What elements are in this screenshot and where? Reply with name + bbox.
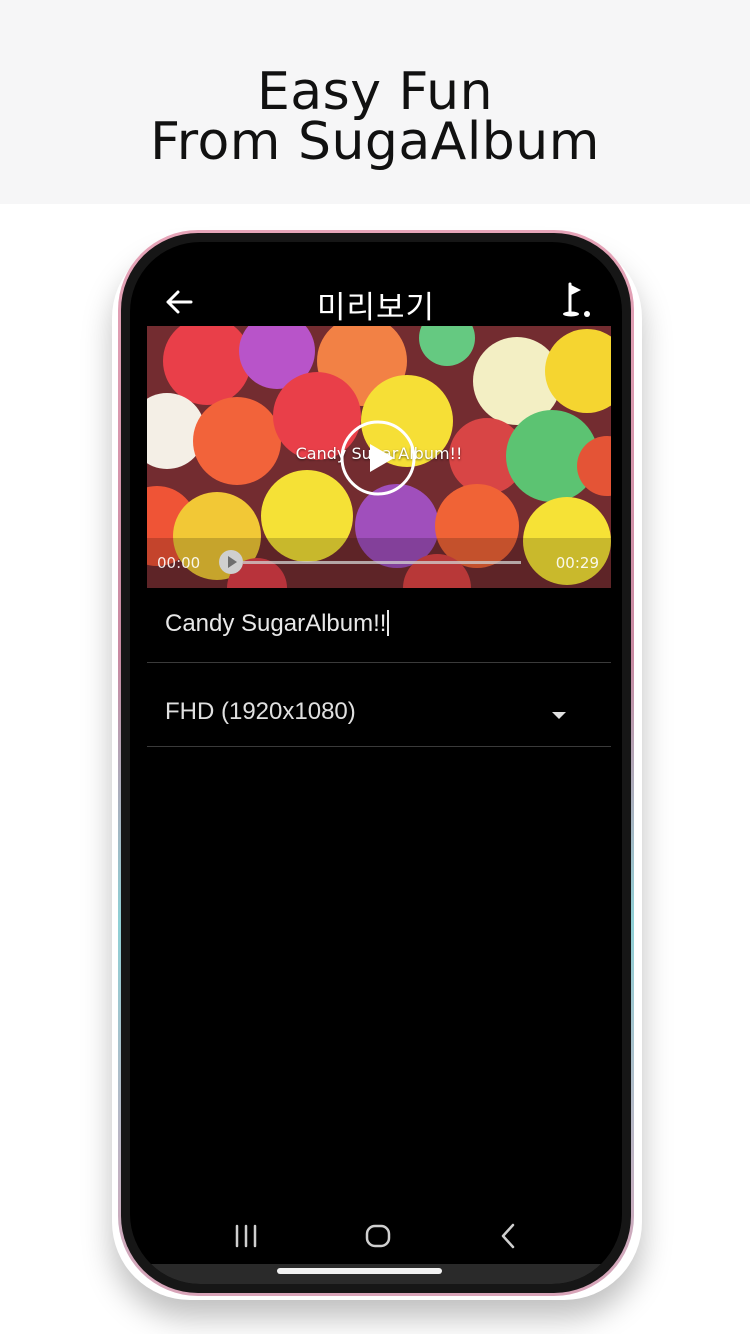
video-preview[interactable]: Candy SugarAlbum!! 00:00 00:29	[147, 326, 611, 588]
golf-flag-button[interactable]	[560, 282, 594, 320]
seek-bar[interactable]	[243, 561, 521, 564]
home-icon	[365, 1224, 391, 1248]
play-button[interactable]	[340, 420, 416, 496]
system-back-button[interactable]	[488, 1216, 528, 1256]
resolution-select[interactable]: FHD (1920x1080)	[147, 684, 611, 747]
current-time: 00:00	[157, 554, 201, 572]
album-title-value: Candy SugarAlbum!!	[165, 610, 390, 638]
total-duration: 00:29	[555, 554, 599, 572]
recent-apps-icon	[235, 1224, 257, 1248]
page-title: 미리보기	[316, 290, 436, 326]
seek-thumb[interactable]	[219, 550, 243, 574]
promo-banner: Easy Fun From SugaAlbum	[0, 0, 750, 204]
banner-headline-line2: From SugaAlbum	[150, 112, 600, 172]
phone-screen: 미리보기 Candy SugarAlbum!! 00:00 00:29 Cand…	[130, 242, 622, 1284]
phone-frame: 미리보기 Candy SugarAlbum!! 00:00 00:29 Cand…	[118, 230, 634, 1296]
phone-bezel: 미리보기 Candy SugarAlbum!! 00:00 00:29 Cand…	[121, 233, 631, 1293]
text-cursor	[387, 610, 390, 636]
recent-apps-button[interactable]	[226, 1216, 266, 1256]
play-circle-icon	[340, 420, 416, 496]
screen-bottom-strip	[130, 1264, 622, 1284]
system-nav-bar	[130, 1206, 622, 1266]
golf-flag-icon	[563, 282, 590, 317]
resolution-value: FHD (1920x1080)	[165, 698, 356, 725]
home-indicator[interactable]	[277, 1268, 442, 1274]
caret-down-icon	[552, 712, 566, 719]
chevron-left-icon	[501, 1223, 515, 1249]
home-button[interactable]	[358, 1216, 398, 1256]
banner-headline-line1: Easy Fun	[256, 62, 494, 122]
video-controls: 00:00 00:29	[147, 538, 611, 588]
album-title-text: Candy SugarAlbum!!	[165, 610, 387, 637]
album-title-input[interactable]: Candy SugarAlbum!!	[147, 598, 611, 663]
